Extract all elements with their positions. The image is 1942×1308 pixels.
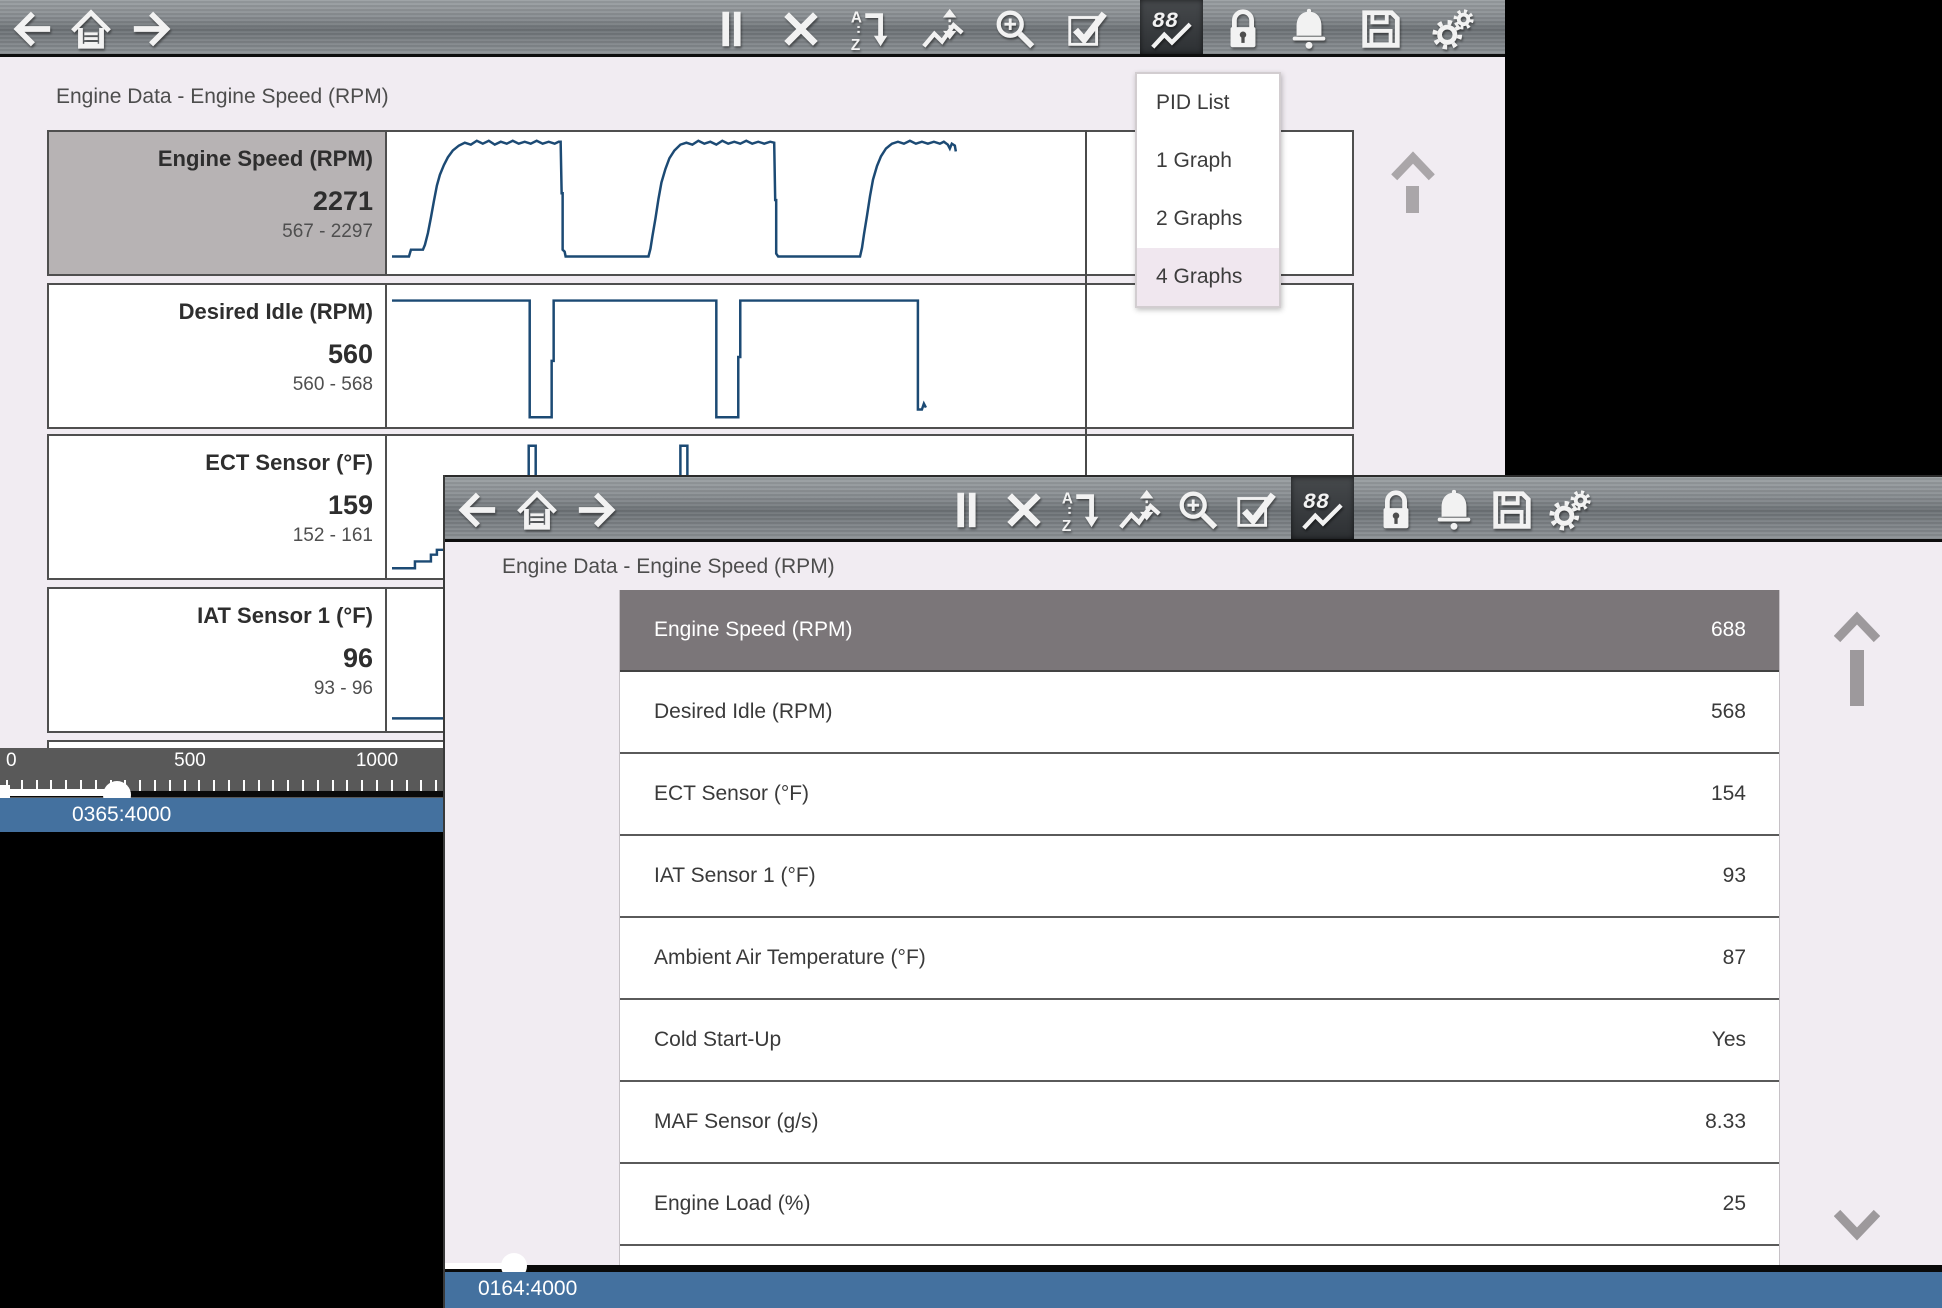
- save-icon[interactable]: [1489, 487, 1535, 533]
- pid-row-cold-startup[interactable]: Cold Start-Up Yes: [620, 1000, 1779, 1082]
- clear-icon[interactable]: [778, 6, 824, 52]
- pid-row-engine-speed[interactable]: Engine Speed (RPM) 688: [620, 590, 1779, 672]
- tile-label-panel: IAT Sensor 1 (°F) 96 93 - 96: [49, 589, 387, 731]
- front-toolbar: [445, 475, 1942, 542]
- pid-name: Engine Speed (RPM): [49, 146, 373, 172]
- pid-label: Ambient Air Temperature (°F): [654, 946, 926, 970]
- pid-value: 8.33: [1705, 1110, 1746, 1134]
- pid-range: 93 - 96: [49, 678, 373, 700]
- pid-label: MAF Sensor (g/s): [654, 1110, 819, 1134]
- scrollbar-handle[interactable]: [1406, 186, 1419, 213]
- lock-icon[interactable]: [1373, 487, 1419, 533]
- pause-icon[interactable]: [708, 6, 754, 52]
- forward-icon[interactable]: [130, 6, 176, 52]
- pid-label: IAT Sensor 1 (°F): [654, 864, 816, 888]
- settings-gear-icon[interactable]: [1547, 487, 1593, 533]
- ruler-label: 0: [6, 750, 17, 772]
- lock-icon[interactable]: [1220, 6, 1266, 52]
- sort-az-icon[interactable]: [848, 6, 894, 52]
- pid-name: IAT Sensor 1 (°F): [49, 603, 373, 629]
- back-toolbar: [0, 0, 1505, 57]
- display-mode-menu: PID List 1 Graph 2 Graphs 4 Graphs: [1135, 72, 1281, 308]
- page-title: Engine Data - Engine Speed (RPM): [502, 555, 835, 579]
- tile-label-panel: Desired Idle (RPM) 560 560 - 568: [49, 285, 387, 427]
- tile-label-panel: ECT Sensor (°F) 159 152 - 161: [49, 436, 387, 578]
- tile-label-panel: Engine Speed (RPM) 2271 567 - 2297: [49, 132, 387, 274]
- pid-row-desired-idle[interactable]: Desired Idle (RPM) 568: [620, 672, 1779, 754]
- pid-range: 567 - 2297: [49, 221, 373, 243]
- ruler-label: 1000: [356, 750, 398, 772]
- pid-value: 560: [49, 339, 373, 370]
- alerts-bell-icon[interactable]: [1431, 487, 1477, 533]
- forward-icon[interactable]: [575, 487, 621, 533]
- scroll-up-icon[interactable]: [1390, 150, 1436, 182]
- confirm-icon[interactable]: [1064, 6, 1110, 52]
- pid-list: Engine Speed (RPM) 688 Desired Idle (RPM…: [619, 590, 1780, 1265]
- confirm-icon[interactable]: [1233, 487, 1279, 533]
- position-bar: 0164:4000: [445, 1272, 1942, 1308]
- display-mode-icon[interactable]: [1299, 487, 1345, 533]
- pid-value: 93: [1723, 864, 1746, 888]
- menu-item-4-graphs[interactable]: 4 Graphs: [1137, 248, 1279, 306]
- home-icon[interactable]: [68, 6, 114, 52]
- ruler-label: 500: [174, 750, 206, 772]
- scale-icon[interactable]: [1117, 487, 1163, 533]
- pid-value: 688: [1711, 618, 1746, 642]
- home-icon[interactable]: [514, 487, 560, 533]
- pid-value: Yes: [1712, 1028, 1746, 1052]
- menu-item-2-graphs[interactable]: 2 Graphs: [1137, 190, 1279, 248]
- pid-row-engine-load[interactable]: Engine Load (%) 25: [620, 1164, 1779, 1246]
- pid-label: Engine Speed (RPM): [654, 618, 852, 642]
- zoom-icon[interactable]: [1175, 487, 1221, 533]
- alerts-bell-icon[interactable]: [1286, 6, 1332, 52]
- position-counter: 0164:4000: [478, 1277, 577, 1300]
- back-icon[interactable]: [453, 487, 499, 533]
- pid-label: ECT Sensor (°F): [654, 782, 809, 806]
- pid-name: Desired Idle (RPM): [49, 299, 373, 325]
- pid-row-ect-sensor[interactable]: ECT Sensor (°F) 154: [620, 754, 1779, 836]
- pid-range: 560 - 568: [49, 374, 373, 396]
- menu-item-1-graph[interactable]: 1 Graph: [1137, 132, 1279, 190]
- pid-name: ECT Sensor (°F): [49, 450, 373, 476]
- page-title: Engine Data - Engine Speed (RPM): [56, 85, 389, 109]
- pid-value: 159: [49, 490, 373, 521]
- pid-value: 96: [49, 643, 373, 674]
- pid-label: Engine Load (%): [654, 1192, 810, 1216]
- timeline-progress: [0, 789, 117, 796]
- pid-row-ambient-air[interactable]: Ambient Air Temperature (°F) 87: [620, 918, 1779, 1000]
- pid-range: 152 - 161: [49, 525, 373, 547]
- scale-icon[interactable]: [920, 6, 966, 52]
- scroll-down-icon[interactable]: [1834, 1208, 1880, 1242]
- position-counter: 0365:4000: [72, 803, 171, 826]
- pid-label: Desired Idle (RPM): [654, 700, 833, 724]
- display-mode-icon[interactable]: [1148, 6, 1194, 52]
- pid-value: 87: [1723, 946, 1746, 970]
- pid-list-window: Engine Data - Engine Speed (RPM) Engine …: [443, 475, 1942, 1308]
- timeline-track[interactable]: [445, 1265, 1942, 1272]
- back-icon[interactable]: [8, 6, 54, 52]
- pid-value: 154: [1711, 782, 1746, 806]
- pid-value: 25: [1723, 1192, 1746, 1216]
- menu-item-pid-list[interactable]: PID List: [1137, 74, 1279, 132]
- sort-az-icon[interactable]: [1059, 487, 1105, 533]
- clear-icon[interactable]: [1001, 487, 1047, 533]
- pid-value: 2271: [49, 186, 373, 217]
- pid-value: 568: [1711, 700, 1746, 724]
- pid-row-partial: [620, 1246, 1779, 1265]
- pid-row-maf-sensor[interactable]: MAF Sensor (g/s) 8.33: [620, 1082, 1779, 1164]
- scrollbar-handle[interactable]: [1850, 650, 1864, 706]
- pid-row-iat-sensor[interactable]: IAT Sensor 1 (°F) 93: [620, 836, 1779, 918]
- settings-gear-icon[interactable]: [1430, 6, 1476, 52]
- zoom-icon[interactable]: [992, 6, 1038, 52]
- pid-label: Cold Start-Up: [654, 1028, 781, 1052]
- save-icon[interactable]: [1358, 6, 1404, 52]
- scroll-up-icon[interactable]: [1834, 610, 1880, 644]
- pause-icon[interactable]: [943, 487, 989, 533]
